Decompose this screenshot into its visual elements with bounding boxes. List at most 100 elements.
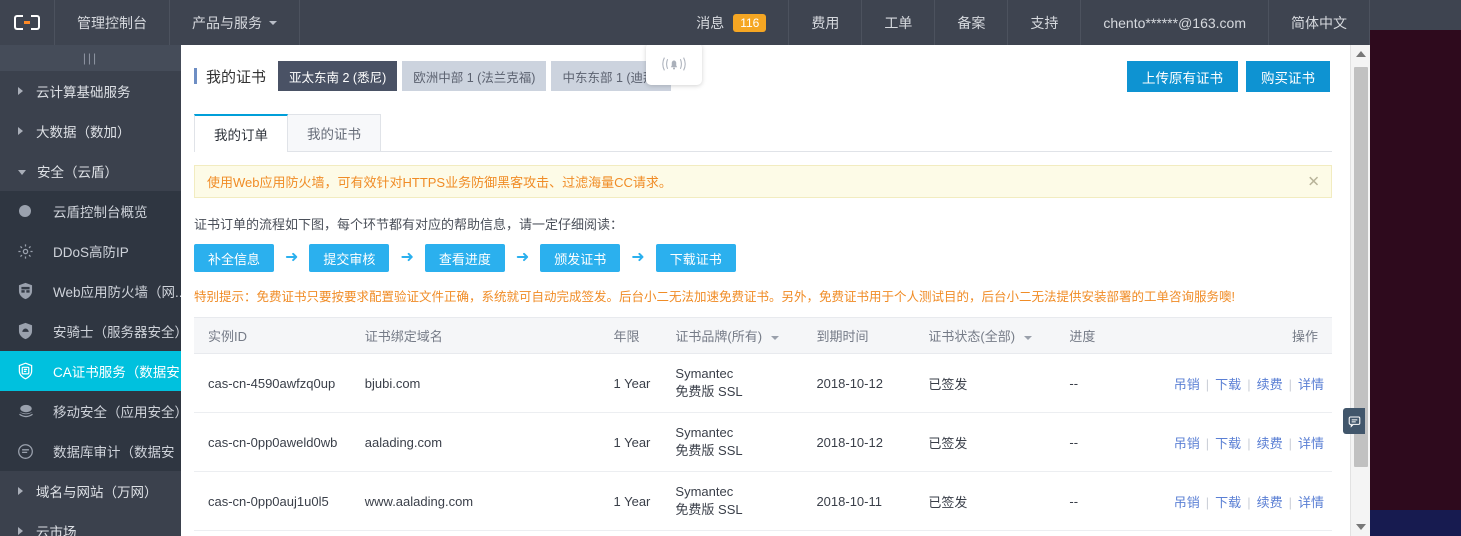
- column-header-status[interactable]: 证书状态(全部): [920, 317, 1062, 354]
- nav-item-support[interactable]: 支持: [1008, 0, 1082, 45]
- cell-domain: bjubi.com: [356, 353, 606, 413]
- cell-years: 1 Year: [605, 412, 668, 472]
- nav-item-messages[interactable]: 消息 116: [674, 0, 790, 45]
- details-link[interactable]: 详情: [1298, 495, 1324, 510]
- revoke-link[interactable]: 吊销: [1174, 377, 1200, 392]
- chevron-right-icon: [18, 127, 23, 135]
- nav-item-billing[interactable]: 费用: [789, 0, 863, 45]
- chevron-right-icon: [18, 527, 23, 535]
- desktop-backdrop: [1370, 0, 1461, 536]
- column-header-brand[interactable]: 证书品牌(所有): [667, 317, 809, 354]
- sidebar-group-cloud-computing[interactable]: 云计算基础服务: [0, 71, 181, 111]
- scroll-up-button[interactable]: [1351, 45, 1371, 63]
- notification-popup[interactable]: [646, 45, 702, 85]
- nav-item-language[interactable]: 简体中文: [1269, 0, 1370, 45]
- tab-my-certificates[interactable]: 我的证书: [287, 114, 381, 151]
- sidebar-item-db-audit[interactable]: 数据库审计（数据安: [0, 431, 181, 471]
- sidebar-item-overview[interactable]: 云盾控制台概览: [0, 191, 181, 231]
- renew-link[interactable]: 续费: [1257, 495, 1283, 510]
- sidebar-item-label: 安骑士（服务器安全）: [53, 325, 181, 340]
- cell-status: 已签发: [920, 471, 1062, 531]
- region-tab-label: 亚太东南 2 (悉尼): [289, 70, 387, 85]
- region-tab-frankfurt[interactable]: 欧洲中部 1 (法兰克福): [402, 61, 547, 91]
- sidebar-item-ca-certificate[interactable]: CA证书服务（数据安...: [0, 351, 181, 391]
- column-header-expiry: 到期时间: [808, 317, 921, 354]
- sidebar-group-label: 域名与网站（万网）: [36, 485, 158, 500]
- sidebar-item-mobile-security[interactable]: 移动安全（应用安全）: [0, 391, 181, 431]
- flow-step-issue-certificate[interactable]: 颁发证书: [540, 244, 621, 272]
- cell-brand-line2: 免费版 SSL: [675, 443, 743, 458]
- revoke-link[interactable]: 吊销: [1174, 495, 1200, 510]
- sidebar-item-label: Web应用防火墙（网...: [53, 285, 181, 300]
- flow-step-complete-info[interactable]: 补全信息: [194, 244, 275, 272]
- sidebar-item-ddos[interactable]: DDoS高防IP: [0, 231, 181, 271]
- cell-brand: Symantec 免费版 SSL: [667, 353, 809, 413]
- sidebar-group-security[interactable]: 安全（云盾）: [0, 151, 181, 191]
- close-icon[interactable]: ✕: [1307, 174, 1320, 189]
- shield-wall-icon: [17, 281, 41, 301]
- sidebar-group-marketplace[interactable]: 云市场: [0, 511, 181, 536]
- chevron-down-icon: [18, 169, 26, 175]
- scroll-down-button[interactable]: [1351, 518, 1371, 536]
- sidebar-item-server-guard[interactable]: 安骑士（服务器安全）: [0, 311, 181, 351]
- sidebar-group-big-data[interactable]: 大数据（数加）: [0, 111, 181, 151]
- tab-my-orders[interactable]: 我的订单: [194, 114, 288, 152]
- nav-item-tickets-label: 工单: [884, 14, 913, 31]
- sidebar-group-label: 云市场: [36, 525, 77, 536]
- flow-arrow-icon: ➜: [515, 249, 530, 266]
- scrollbar-thumb[interactable]: [1354, 67, 1368, 467]
- promo-alert-text: 使用Web应用防火墙，可有效针对HTTPS业务防御黑客攻击、过滤海量CC请求。: [207, 175, 672, 190]
- flow-step-view-progress[interactable]: 查看进度: [424, 244, 505, 272]
- sidebar-item-label: 云盾控制台概览: [53, 205, 148, 220]
- sidebar-item-label: 移动安全（应用安全）: [53, 405, 181, 420]
- certificate-orders-table: 实例ID 证书绑定域名 年限 证书品牌(所有) 到期时间 证书状态(全部) 进度…: [194, 317, 1332, 531]
- special-tip-text: 特别提示：免费证书只要按要求配置验证文件正确，系统就可自动完成签发。后台小二无法…: [194, 290, 1235, 304]
- language-label: 简体中文: [1291, 14, 1347, 31]
- nav-item-tickets[interactable]: 工单: [862, 0, 936, 45]
- feedback-button[interactable]: [1343, 408, 1365, 434]
- sidebar-collapse-handle[interactable]: |||: [0, 45, 181, 71]
- sidebar-item-label: 数据库审计（数据安: [53, 445, 175, 460]
- flow-step-download-certificate[interactable]: 下载证书: [655, 244, 736, 272]
- nav-item-icp[interactable]: 备案: [935, 0, 1009, 45]
- cell-brand-line2: 免费版 SSL: [675, 384, 743, 399]
- sidebar-submenu-security: 云盾控制台概览 DDoS高防IP Web应用防火墙（网... 安骑士（服务器安全…: [0, 191, 181, 471]
- shield-cert-icon: [17, 361, 41, 381]
- renew-link[interactable]: 续费: [1257, 436, 1283, 451]
- sidebar-item-label: DDoS高防IP: [53, 245, 129, 260]
- download-link[interactable]: 下载: [1215, 495, 1241, 510]
- region-tab-sydney[interactable]: 亚太东南 2 (悉尼): [278, 61, 398, 91]
- cell-progress: --: [1061, 412, 1166, 472]
- cell-status: 已签发: [920, 353, 1062, 413]
- region-tab-label: 欧洲中部 1 (法兰克福): [413, 70, 536, 85]
- flow-step-submit-review[interactable]: 提交审核: [309, 244, 390, 272]
- table-row: cas-cn-4590awfzq0up bjubi.com 1 Year Sym…: [194, 353, 1332, 413]
- download-link[interactable]: 下载: [1215, 377, 1241, 392]
- cell-status: 已签发: [920, 412, 1062, 472]
- sidebar-item-waf[interactable]: Web应用防火墙（网...: [0, 271, 181, 311]
- details-link[interactable]: 详情: [1298, 377, 1324, 392]
- table-header-row: 实例ID 证书绑定域名 年限 证书品牌(所有) 到期时间 证书状态(全部) 进度…: [194, 317, 1332, 354]
- cell-progress: --: [1061, 353, 1166, 413]
- details-link[interactable]: 详情: [1298, 436, 1324, 451]
- cell-domain: aalading.com: [356, 412, 606, 472]
- nav-item-products[interactable]: 产品与服务: [170, 0, 300, 45]
- renew-link[interactable]: 续费: [1257, 377, 1283, 392]
- sidebar-group-domains[interactable]: 域名与网站（万网）: [0, 471, 181, 511]
- feedback-icon: [1348, 416, 1360, 428]
- nav-item-icp-label: 备案: [957, 14, 986, 31]
- cell-instance-id: cas-cn-0pp0aweld0wb: [194, 412, 357, 472]
- aliyun-logo[interactable]: [0, 0, 55, 45]
- download-link[interactable]: 下载: [1215, 436, 1241, 451]
- revoke-link[interactable]: 吊销: [1174, 436, 1200, 451]
- nav-item-account[interactable]: chento******@163.com: [1081, 0, 1269, 45]
- nav-item-support-label: 支持: [1030, 14, 1059, 31]
- page-title: 我的证书: [194, 66, 266, 87]
- table-row: cas-cn-0pp0auj1u0l5 www.aalading.com 1 Y…: [194, 471, 1332, 531]
- upload-certificate-button[interactable]: 上传原有证书: [1127, 61, 1238, 92]
- page-scrollbar[interactable]: [1350, 45, 1370, 536]
- aliyun-logo-icon: [14, 15, 40, 30]
- buy-certificate-button[interactable]: 购买证书: [1246, 61, 1330, 92]
- table-body: cas-cn-4590awfzq0up bjubi.com 1 Year Sym…: [194, 353, 1332, 531]
- nav-item-console[interactable]: 管理控制台: [55, 0, 170, 45]
